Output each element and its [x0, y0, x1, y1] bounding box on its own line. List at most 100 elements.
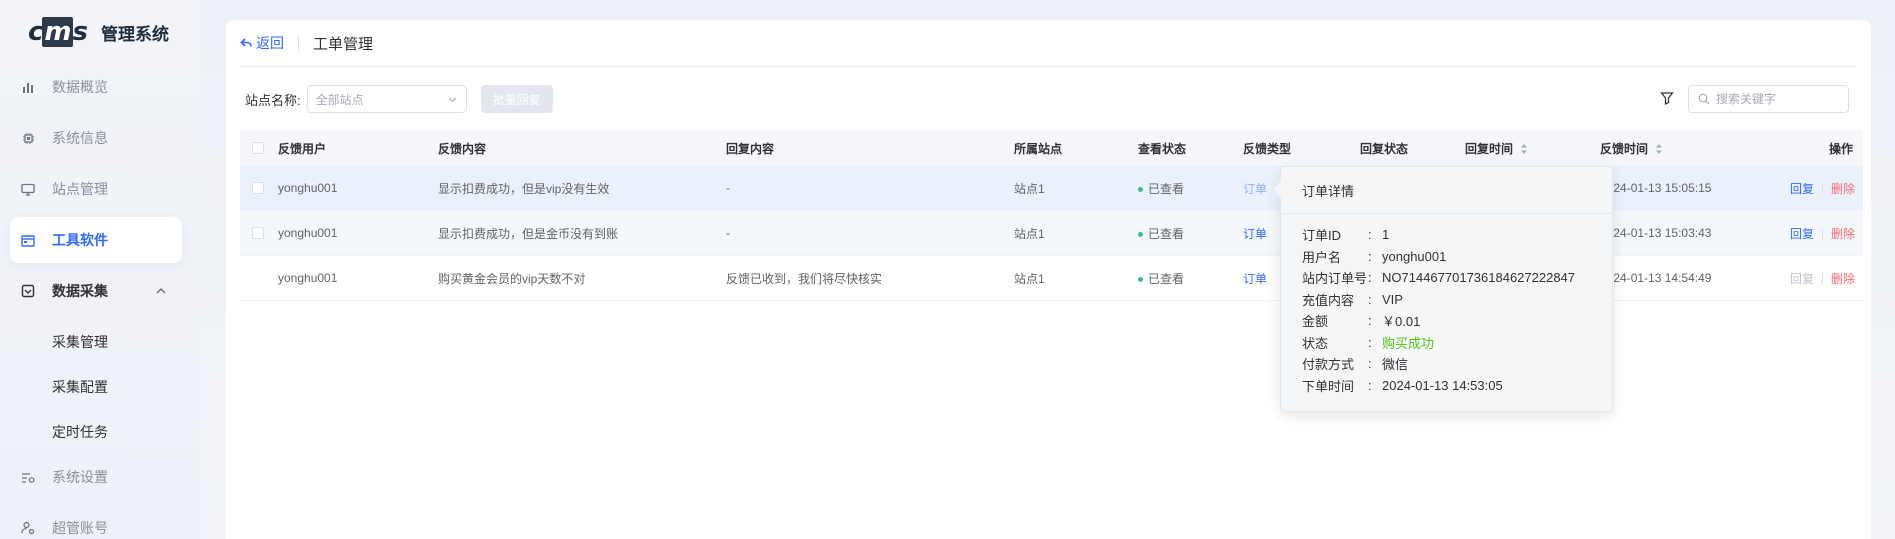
col-type: 反馈类型 — [1243, 141, 1292, 156]
popover-field: 状态: 购买成功 — [1302, 332, 1612, 354]
field-value: 微信 — [1382, 357, 1409, 373]
user-gear-icon — [20, 520, 36, 536]
table-row[interactable]: yonghu001 显示扣费成功，但是vip没有生效 - 站点1 已查看 订单 … — [240, 166, 1863, 211]
sidebar-item-site-management[interactable]: 站点管理 — [10, 166, 182, 212]
col-view-status: 查看状态 — [1138, 141, 1187, 156]
submenu-item-collect-config[interactable]: 采集配置 — [10, 364, 182, 409]
field-colon: : — [1368, 356, 1372, 372]
table-row[interactable]: yonghu001 购买黄金会员的vip天数不对 反馈已收到，我们将尽快核实 站… — [240, 256, 1863, 301]
cell-actions: 回复 删除 — [1790, 270, 1863, 287]
field-key: 下单时间 — [1302, 378, 1355, 394]
row-checkbox[interactable] — [252, 227, 264, 239]
collect-icon — [20, 283, 36, 299]
row-checkbox[interactable] — [252, 182, 264, 194]
monitor-icon — [20, 181, 36, 197]
order-link[interactable]: 订单 — [1243, 182, 1267, 196]
page-header: 返回 工单管理 — [240, 20, 1857, 67]
bar-chart-icon — [20, 79, 36, 95]
field-value: yonghu001 — [1382, 248, 1447, 264]
action-divider — [1822, 184, 1824, 195]
sort-icon[interactable] — [1520, 143, 1528, 155]
delete-button[interactable]: 删除 — [1831, 227, 1855, 241]
back-label: 返回 — [256, 35, 284, 51]
sidebar-item-data-overview[interactable]: 数据概览 — [10, 64, 182, 110]
submenu-item-collect-management[interactable]: 采集管理 — [10, 319, 182, 364]
select-all-checkbox[interactable] — [252, 142, 264, 154]
popover-field: 下单时间:2024-01-13 14:53:05 — [1302, 375, 1612, 397]
sidebar-item-system-settings[interactable]: 系统设置 — [10, 454, 182, 500]
field-key: 用户名 — [1302, 249, 1342, 265]
delete-button[interactable]: 删除 — [1831, 272, 1855, 286]
search-icon — [1698, 93, 1710, 105]
batch-reply-button[interactable]: 批量回复 — [480, 85, 553, 113]
field-value: ￥0.01 — [1382, 314, 1421, 330]
sidebar-item-label: 系统设置 — [52, 469, 108, 485]
col-user: 反馈用户 — [278, 141, 327, 156]
field-colon: : — [1368, 270, 1372, 286]
cell-site: 站点1 — [1014, 226, 1045, 241]
search-input[interactable] — [1716, 92, 1836, 106]
cell-feedback-time: 2024-01-13 15:03:43 — [1600, 226, 1712, 240]
back-button[interactable]: 返回 — [240, 33, 284, 53]
sidebar-item-super-admin[interactable]: 超管账号 — [10, 505, 182, 539]
header-divider — [298, 36, 299, 50]
field-colon: : — [1368, 291, 1372, 307]
col-site: 所属站点 — [1014, 141, 1063, 156]
popover-field: 金额: ￥0.01 — [1302, 310, 1612, 332]
sidebar-item-label: 数据采集 — [52, 283, 108, 299]
sidebar-item-label: 站点管理 — [52, 181, 108, 197]
search-box[interactable] — [1688, 85, 1849, 113]
delete-button[interactable]: 删除 — [1831, 182, 1855, 196]
col-reply-time-cell[interactable]: 回复时间 — [1465, 140, 1600, 157]
field-colon: : — [1368, 377, 1372, 393]
reply-button[interactable]: 回复 — [1790, 272, 1814, 286]
field-key: 订单ID — [1302, 228, 1342, 244]
field-value: 2024-01-13 14:53:05 — [1382, 377, 1503, 393]
sidebar-item-data-collection[interactable]: 数据采集 — [10, 268, 182, 314]
col-reply-time: 回复时间 — [1465, 141, 1514, 156]
col-feedback-time: 反馈时间 — [1600, 141, 1649, 156]
status-dot — [1138, 186, 1143, 192]
back-arrow-icon — [240, 38, 252, 47]
field-key: 站内订单号 — [1302, 271, 1368, 287]
sidebar-menu: 数据概览 系统信息 站点管理 工具软件 数据采集 采集管理 采集配置 定时任务 … — [10, 64, 182, 539]
sidebar-item-label: 超管账号 — [52, 520, 108, 536]
cell-reply: - — [726, 226, 730, 240]
logo-mark: cms — [28, 17, 88, 47]
col-feedback: 反馈内容 — [438, 141, 487, 156]
filter-right — [1660, 85, 1849, 113]
cell-view-status: 已查看 — [1138, 180, 1243, 197]
action-divider — [1822, 229, 1824, 240]
reply-button[interactable]: 回复 — [1790, 227, 1814, 241]
sort-icon[interactable] — [1655, 143, 1663, 155]
field-value: VIP — [1382, 291, 1403, 307]
field-colon: : — [1368, 313, 1372, 329]
site-select[interactable]: 全部站点 — [306, 85, 467, 113]
sidebar-item-label: 系统信息 — [52, 130, 108, 146]
filter-funnel-icon[interactable] — [1660, 91, 1676, 107]
col-reply: 回复内容 — [726, 141, 775, 156]
sidebar-item-tool-software[interactable]: 工具软件 — [10, 217, 182, 263]
order-link[interactable]: 订单 — [1243, 227, 1267, 241]
popover-field: 用户名: yonghu001 — [1302, 246, 1612, 268]
cell-user: yonghu001 — [278, 181, 338, 195]
col-feedback-time-cell[interactable]: 反馈时间 — [1600, 140, 1790, 157]
order-link[interactable]: 订单 — [1243, 272, 1267, 286]
sidebar-item-label: 数据概览 — [52, 79, 108, 95]
field-key: 付款方式 — [1302, 357, 1355, 373]
cell-reply: - — [726, 181, 730, 195]
popover-field: 订单ID:1 — [1302, 224, 1612, 246]
reply-button[interactable]: 回复 — [1790, 182, 1814, 196]
app-title: 管理系统 — [101, 24, 169, 44]
cell-reply: 反馈已收到，我们将尽快核实 — [726, 271, 883, 286]
app-logo[interactable]: cms 管理系统 — [28, 14, 169, 50]
submenu-item-scheduled-tasks[interactable]: 定时任务 — [10, 409, 182, 454]
cell-actions: 回复 删除 — [1790, 180, 1863, 197]
view-status-text: 已查看 — [1148, 226, 1185, 241]
cell-view-status: 已查看 — [1138, 270, 1243, 287]
table-row[interactable]: yonghu001 显示扣费成功，但是金币没有到账 - 站点1 已查看 订单 2… — [240, 211, 1863, 256]
sidebar-item-system-info[interactable]: 系统信息 — [10, 115, 182, 161]
chip-icon — [20, 130, 36, 146]
cell-user: yonghu001 — [278, 271, 338, 285]
status-dot — [1138, 276, 1143, 282]
